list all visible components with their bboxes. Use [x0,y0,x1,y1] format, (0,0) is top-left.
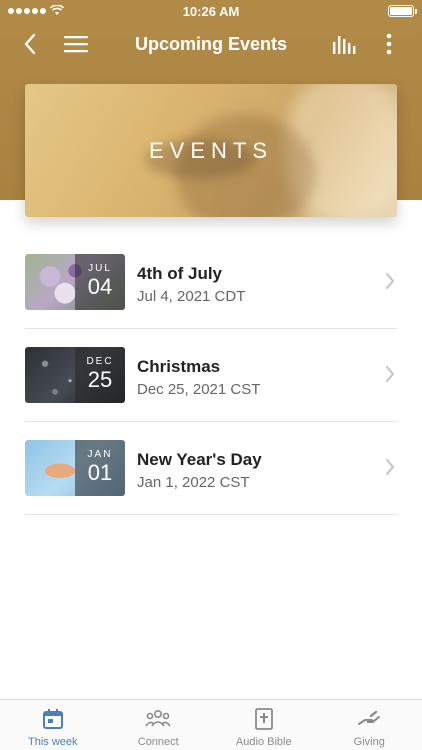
event-date: Dec 25, 2021 CST [137,381,261,398]
event-list: JUL 04 4th of July Jul 4, 2021 CDT DEC 2… [25,236,397,515]
events-banner: EVENTS [25,84,397,217]
event-row[interactable]: DEC 25 Christmas Dec 25, 2021 CST [25,329,397,422]
people-icon [145,709,171,727]
event-date-badge: DEC 25 [75,347,125,403]
chevron-right-icon [386,366,394,382]
event-date: Jan 1, 2022 CST [137,474,250,491]
tab-bar: This week Connect Audio Bible Giving [0,699,422,750]
tab-this-week[interactable]: This week [0,700,106,750]
audio-button[interactable] [328,28,360,60]
chevron-right-icon [386,459,394,475]
battery-icon [388,5,417,17]
event-thumbnail: JAN 01 [25,440,125,496]
event-thumbnail: JUL 04 [25,254,125,310]
status-time: 10:26 AM [182,4,240,19]
tab-label: Connect [137,736,179,748]
chevron-right-icon [386,273,394,289]
tab-connect[interactable]: Connect [106,700,212,750]
event-date: Jul 4, 2021 CDT [137,288,246,305]
banner-title: EVENTS [148,138,274,163]
event-date-badge: JAN 01 [75,440,125,496]
more-options-button[interactable] [373,28,405,60]
event-day: 01 [87,460,113,485]
audio-bars-icon [333,36,356,54]
event-month: JAN [87,449,113,460]
bible-icon [254,708,273,730]
more-vertical-icon [386,33,392,55]
calendar-icon [42,709,63,729]
event-thumbnail: DEC 25 [25,347,125,403]
event-title: 4th of July [137,264,223,283]
event-date-badge: JUL 04 [75,254,125,310]
event-day: 04 [87,274,113,299]
giving-hand-icon [358,710,381,725]
event-day: 25 [87,367,113,392]
tab-giving[interactable]: Giving [317,700,422,750]
tab-label: Giving [353,736,385,748]
event-title: Christmas [137,357,221,376]
event-month: DEC [86,356,114,367]
event-row[interactable]: JAN 01 New Year's Day Jan 1, 2022 CST [25,422,397,515]
event-month: JUL [88,263,112,274]
event-row[interactable]: JUL 04 4th of July Jul 4, 2021 CDT [25,236,397,329]
nav-bar: Upcoming Events [0,22,422,66]
tab-audio-bible[interactable]: Audio Bible [211,700,317,750]
status-bar: 10:26 AM [0,0,422,22]
event-title: New Year's Day [137,450,262,469]
tab-label: This week [27,736,78,748]
tab-label: Audio Bible [235,736,292,748]
